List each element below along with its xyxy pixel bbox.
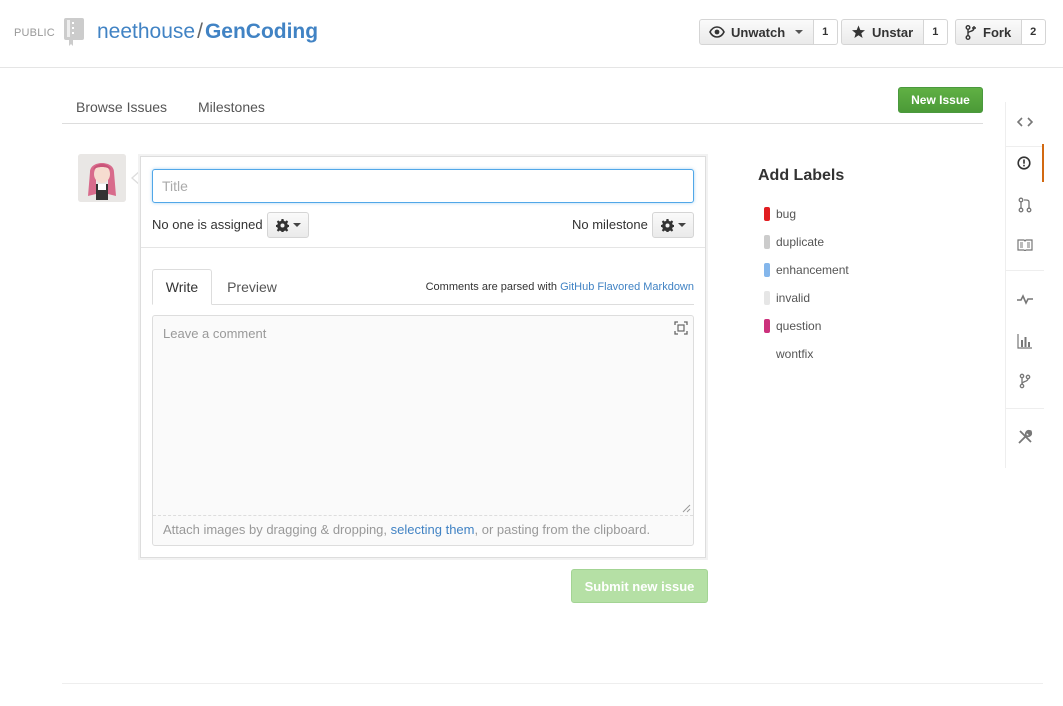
milestone-gear-button[interactable]	[652, 212, 694, 238]
rail-divider	[1006, 408, 1044, 409]
repo-icon	[64, 18, 84, 46]
markdown-help-link[interactable]: GitHub Flavored Markdown	[560, 281, 694, 293]
issues-subnav: Browse Issues Milestones New Issue	[62, 86, 983, 124]
fork-label: Fork	[983, 24, 1012, 40]
new-issue-button[interactable]: New Issue	[898, 87, 983, 113]
chevron-down-icon	[677, 223, 686, 227]
repo-header: PUBLIC neethouse/GenCoding Unwatch 1 Uns…	[0, 0, 1063, 68]
pull-request-icon	[1018, 197, 1032, 213]
attach-images-bar[interactable]: Attach images by dragging & dropping, se…	[153, 515, 693, 545]
label-color-swatch	[764, 235, 770, 249]
repo-name-link[interactable]: GenCoding	[205, 20, 318, 43]
chevron-down-icon	[795, 30, 804, 34]
comment-box: Attach images by dragging & dropping, se…	[152, 315, 694, 546]
label-item-duplicate[interactable]: duplicate	[764, 234, 964, 262]
repo-title: neethouse/GenCoding	[97, 20, 318, 44]
label-item-invalid[interactable]: invalid	[764, 290, 964, 318]
avatar[interactable]	[78, 154, 126, 202]
labels-list: bug duplicate enhancement invalid questi…	[764, 206, 964, 374]
repo-owner-link[interactable]: neethouse	[97, 20, 195, 43]
star-icon	[852, 25, 865, 38]
label-name: question	[776, 319, 822, 333]
avatar-image	[78, 154, 126, 202]
markdown-note: Comments are parsed with GitHub Flavored…	[426, 281, 694, 293]
rail-issues[interactable]	[1006, 144, 1044, 182]
gear-icon	[275, 218, 289, 232]
settings-icon	[1018, 429, 1033, 444]
eye-icon	[709, 26, 725, 38]
gear-icon	[660, 218, 674, 232]
rail-pull-requests[interactable]	[1006, 186, 1044, 224]
pulse-icon	[1017, 294, 1033, 305]
assignee-gear-button[interactable]	[267, 212, 309, 238]
issues-icon	[1017, 156, 1031, 170]
unstar-label: Unstar	[872, 24, 914, 40]
markdown-note-text: Comments are parsed with	[425, 281, 558, 293]
footer-divider	[62, 683, 1043, 684]
label-name: duplicate	[776, 235, 825, 249]
label-name: bug	[776, 207, 797, 221]
label-item-bug[interactable]: bug	[764, 206, 964, 234]
label-color-swatch	[764, 207, 770, 221]
fork-group: Fork 2	[955, 19, 1047, 45]
repo-nav-rail	[1005, 102, 1044, 468]
unwatch-button[interactable]: Unwatch	[699, 19, 815, 45]
star-group: Unstar 1	[841, 19, 949, 45]
browse-issues-link[interactable]: Browse Issues	[76, 99, 167, 115]
unstar-button[interactable]: Unstar	[841, 19, 925, 45]
rail-code[interactable]	[1006, 103, 1044, 141]
watchers-count[interactable]: 1	[814, 19, 839, 45]
chevron-down-icon	[292, 223, 301, 227]
repo-separator: /	[197, 20, 203, 43]
attach-text-prefix: Attach images by dragging & dropping,	[163, 522, 388, 537]
code-icon	[1017, 117, 1033, 127]
label-item-wontfix[interactable]: wontfix	[764, 346, 964, 374]
label-name: wontfix	[776, 347, 814, 361]
tab-write[interactable]: Write	[152, 269, 212, 305]
comment-textarea[interactable]	[153, 316, 693, 515]
labels-heading: Add Labels	[758, 167, 845, 184]
fork-icon	[965, 24, 976, 40]
unwatch-label: Unwatch	[731, 24, 786, 40]
forks-count[interactable]: 2	[1022, 19, 1047, 45]
fork-button[interactable]: Fork	[955, 19, 1023, 45]
assignee-status: No one is assigned	[152, 217, 263, 232]
rail-network[interactable]	[1006, 362, 1044, 400]
label-item-question[interactable]: question	[764, 318, 964, 346]
network-icon	[1019, 373, 1031, 389]
rail-settings[interactable]	[1006, 418, 1044, 456]
visibility-label: PUBLIC	[14, 27, 55, 39]
fullscreen-icon[interactable]	[674, 321, 688, 335]
rail-wiki[interactable]	[1006, 226, 1044, 264]
tabs-underline	[152, 304, 694, 305]
milestones-link[interactable]: Milestones	[198, 99, 265, 115]
rail-pulse[interactable]	[1006, 280, 1044, 318]
submit-issue-button[interactable]: Submit new issue	[571, 569, 708, 603]
label-item-enhancement[interactable]: enhancement	[764, 262, 964, 290]
rail-graphs[interactable]	[1006, 322, 1044, 360]
issue-title-input[interactable]	[152, 169, 694, 203]
label-color-swatch	[764, 347, 770, 361]
attach-text-suffix: , or pasting from the clipboard.	[474, 522, 651, 537]
milestone-status: No milestone	[572, 217, 648, 232]
label-color-swatch	[764, 263, 770, 277]
label-name: enhancement	[776, 263, 849, 277]
tab-preview[interactable]: Preview	[216, 269, 288, 305]
watch-group: Unwatch 1	[699, 19, 839, 45]
stars-count[interactable]: 1	[924, 19, 949, 45]
new-issue-form: No one is assigned No milestone Write Pr…	[140, 156, 706, 558]
wiki-icon	[1017, 239, 1033, 251]
select-files-link[interactable]: selecting them	[391, 522, 475, 537]
rail-divider	[1006, 270, 1044, 271]
label-name: invalid	[776, 291, 811, 305]
form-divider	[141, 247, 705, 248]
label-color-swatch	[764, 319, 770, 333]
label-color-swatch	[764, 291, 770, 305]
resize-grip-icon[interactable]	[681, 503, 691, 513]
graphs-icon	[1017, 334, 1032, 349]
